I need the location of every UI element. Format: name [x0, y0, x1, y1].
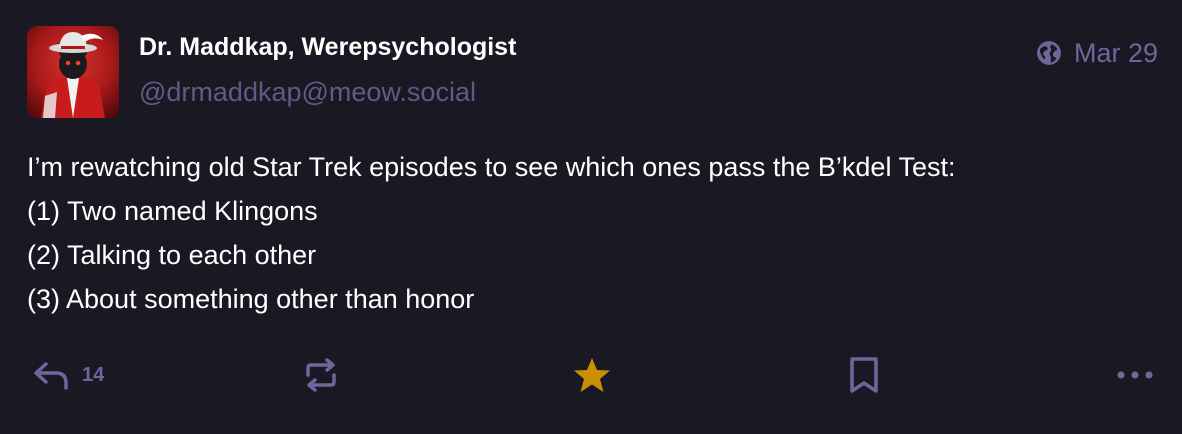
status-post: Dr. Maddkap, Werepsychologist @drmaddkap… — [0, 0, 1182, 434]
avatar[interactable] — [27, 26, 119, 118]
author-display-name[interactable]: Dr. Maddkap, Werepsychologist — [139, 33, 516, 62]
post-date[interactable]: Mar 29 — [1074, 38, 1158, 69]
post-content-line: (1) Two named Klingons — [27, 196, 318, 226]
author-handle[interactable]: @drmaddkap@meow.social — [139, 77, 476, 108]
ellipsis-icon — [1116, 369, 1154, 381]
post-content-line: (3) About something other than honor — [27, 284, 475, 314]
boost-button[interactable] — [302, 352, 340, 398]
bookmark-icon — [847, 355, 881, 395]
avatar-image — [27, 26, 119, 118]
post-meta: Mar 29 — [1036, 36, 1158, 70]
post-content-line: I’m rewatching old Star Trek episodes to… — [27, 152, 956, 182]
star-icon — [572, 355, 612, 395]
more-options-button[interactable] — [1116, 352, 1154, 398]
post-content: I’m rewatching old Star Trek episodes to… — [27, 145, 1147, 321]
boost-icon — [302, 356, 340, 394]
globe-icon — [1036, 40, 1062, 66]
favourite-button[interactable] — [572, 352, 612, 398]
post-content-line: (2) Talking to each other — [27, 240, 317, 270]
reply-count: 14 — [82, 363, 105, 386]
reply-button[interactable]: 14 — [32, 352, 104, 398]
action-bar: 14 — [0, 352, 1182, 398]
bookmark-button[interactable] — [847, 352, 881, 398]
reply-icon — [32, 358, 70, 392]
